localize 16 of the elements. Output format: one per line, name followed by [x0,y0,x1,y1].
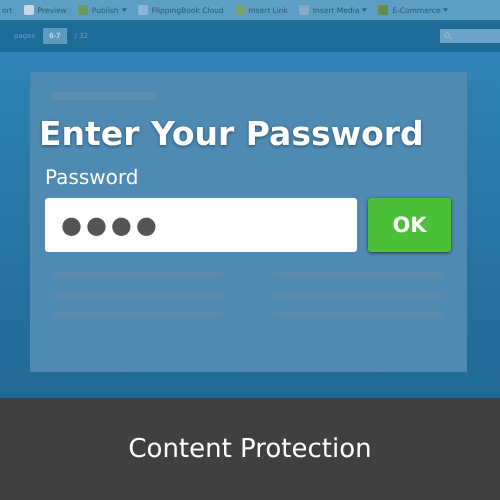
caret-icon [362,8,368,12]
search-field[interactable] [440,29,500,43]
toolbar-icon [22,4,35,16]
toolbar-icon [234,4,246,16]
toolbar-icon [298,4,310,16]
toolbar-icon [76,4,89,16]
caret-icon [122,8,127,12]
password-field[interactable]: ●●●● [45,198,357,252]
toolbar-icon [377,4,390,16]
dialog-title: Enter Your Password [39,114,425,153]
toolbar-icon [136,4,149,16]
search-icon [444,32,452,40]
field-label: Password [45,165,140,189]
ok-button[interactable]: OK [368,198,451,252]
caption: Content Protection [0,398,500,500]
caret-icon [443,8,448,12]
